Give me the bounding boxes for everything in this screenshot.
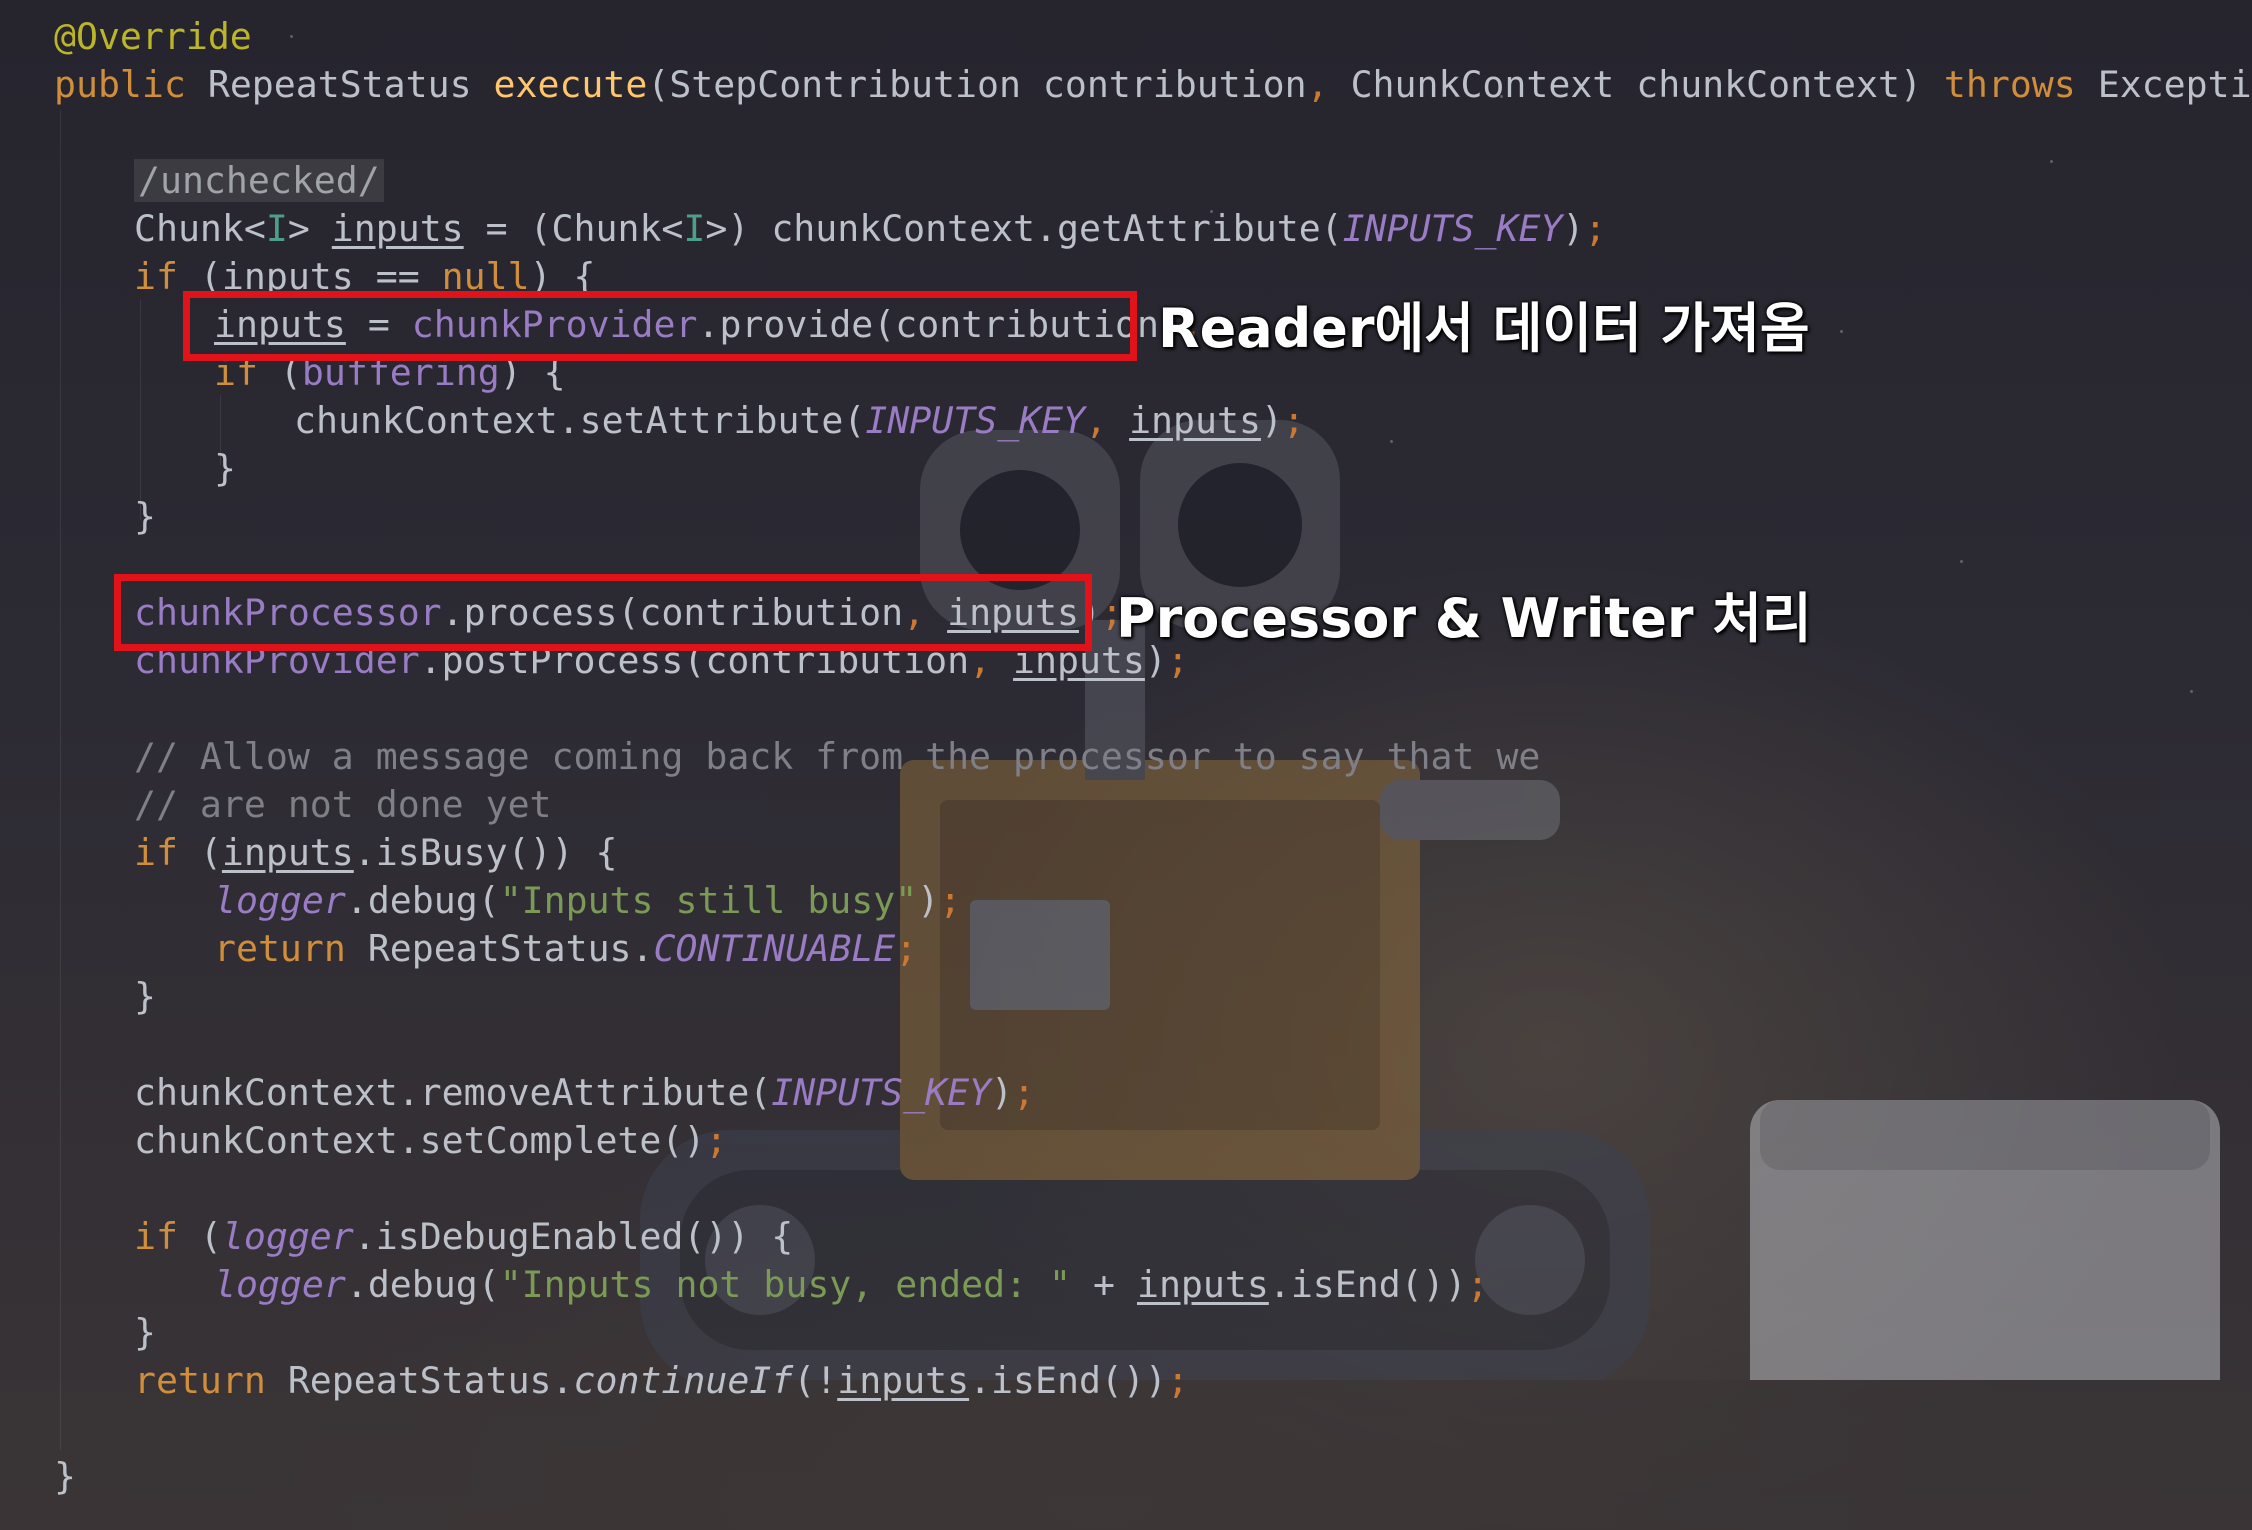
constant-inputs-key: INPUTS_KEY (865, 399, 1086, 442)
code-token: RepeatStatus. (345, 927, 654, 970)
semicolon: ; (1166, 1359, 1189, 1402)
comment: // Allow a message coming back from the … (134, 735, 1541, 778)
keyword-return: return (134, 1359, 266, 1402)
constant-inputs-key: INPUTS_KEY (1342, 207, 1563, 250)
keyword-if: if (134, 255, 178, 298)
field-logger: logger (214, 1263, 346, 1306)
code-token: .isEnd()) (969, 1359, 1167, 1402)
code-token: ( (177, 831, 222, 874)
code-line-17[interactable]: return RepeatStatus.CONTINUABLE; (214, 925, 917, 973)
processor-annotation-label: Processor & Writer 처리 (1116, 587, 1812, 650)
code-token: = (Chunk< (463, 207, 684, 250)
semicolon: ; (705, 1119, 728, 1162)
semicolon: ; (1013, 1071, 1035, 1114)
code-line-25[interactable]: } (54, 1453, 76, 1501)
generic-type: I (265, 207, 288, 250)
code-token: > (287, 207, 332, 250)
code-token: .isEnd()) (1268, 1263, 1467, 1306)
code-line-4[interactable]: Chunk<I> inputs = (Chunk<I>) chunkContex… (134, 205, 1606, 253)
generic-type: I (683, 207, 706, 250)
code-token: ) (917, 879, 940, 922)
code-line-24[interactable]: return RepeatStatus.continueIf(!inputs.i… (134, 1357, 1189, 1405)
semicolon: ; (939, 879, 962, 922)
code-token: (! (793, 1359, 838, 1402)
code-line-15[interactable]: if (inputs.isBusy()) { (134, 829, 617, 877)
code-line-3[interactable]: /unchecked/ (134, 157, 384, 205)
params-2: ChunkContext chunkContext) (1328, 63, 1944, 106)
keyword-throws: throws (1943, 63, 2076, 106)
code-line-18[interactable]: } (134, 973, 156, 1021)
code-line-14[interactable]: // are not done yet (134, 781, 552, 829)
variable-inputs: inputs (221, 831, 354, 874)
code-token: chunkContext.setAttribute( (294, 399, 866, 442)
reader-highlight-box (183, 291, 1137, 361)
field-logger: logger (221, 1215, 354, 1258)
semicolon: ; (1282, 399, 1305, 442)
comma: , (1085, 399, 1108, 442)
code-token: .isBusy()) { (353, 831, 618, 874)
code-line-9[interactable]: } (214, 445, 236, 493)
code-line-23[interactable]: } (134, 1309, 156, 1357)
comma: , (1306, 63, 1329, 106)
code-line-16[interactable]: logger.debug("Inputs still busy"); (214, 877, 961, 925)
keyword-public: public (54, 63, 186, 106)
code-line-21[interactable]: if (logger.isDebugEnabled()) { (134, 1213, 793, 1261)
return-type: RepeatStatus (207, 63, 472, 106)
code-token: .isDebugEnabled()) { (353, 1215, 794, 1258)
code-line-19[interactable]: chunkContext.removeAttribute(INPUTS_KEY)… (134, 1069, 1035, 1117)
variable-inputs: inputs (1136, 1263, 1269, 1306)
semicolon: ; (895, 927, 918, 970)
exception-type: Exception { (2097, 63, 2252, 106)
code-token: >) chunkContext.getAttribute( (705, 207, 1343, 250)
constant-continuable: CONTINUABLE (653, 927, 896, 970)
reader-annotation-label: Reader에서 데이터 가져옴 (1158, 297, 1810, 360)
semicolon: ; (1466, 1263, 1489, 1306)
variable-inputs: inputs (837, 1359, 970, 1402)
method-name: execute (493, 63, 648, 106)
code-token: ) (1260, 399, 1283, 442)
closing-brace: } (134, 495, 156, 538)
params-1: (StepContribution contribution (647, 63, 1307, 106)
code-editor: @Override public RepeatStatus execute(St… (0, 0, 2252, 1530)
code-token: ) (1562, 207, 1585, 250)
comment: // are not done yet (134, 783, 552, 826)
code-token: ) (991, 1071, 1014, 1114)
code-token: .debug( (345, 879, 500, 922)
code-token: ( (177, 1215, 222, 1258)
code-line-22[interactable]: logger.debug("Inputs not busy, ended: " … (214, 1261, 1489, 1309)
code-token: chunkContext.removeAttribute( (134, 1071, 772, 1114)
closing-brace: } (134, 1311, 156, 1354)
variable-inputs: inputs (331, 207, 464, 250)
closing-brace: } (54, 1455, 76, 1498)
code-line-10[interactable]: } (134, 493, 156, 541)
code-token: chunkContext.setComplete() (134, 1119, 706, 1162)
code-line-2[interactable]: public RepeatStatus execute(StepContribu… (54, 61, 2252, 109)
constant-inputs-key: INPUTS_KEY (771, 1071, 992, 1114)
keyword-return: return (214, 927, 346, 970)
indent-guide (140, 300, 141, 520)
string-literal: "Inputs not busy, ended: " (499, 1263, 1072, 1306)
string-literal: "Inputs still busy" (499, 879, 918, 922)
code-line-1[interactable]: @Override (54, 13, 252, 61)
keyword-if: if (134, 1215, 178, 1258)
code-token: Chunk< (134, 207, 266, 250)
closing-brace: } (214, 447, 236, 490)
override-annotation: @Override (54, 15, 252, 58)
field-logger: logger (214, 879, 346, 922)
keyword-if: if (134, 831, 178, 874)
suppress-annotation: /unchecked/ (134, 159, 384, 202)
static-method: continueIf (573, 1359, 794, 1402)
processor-highlight-box (114, 574, 1092, 651)
code-line-20[interactable]: chunkContext.setComplete(); (134, 1117, 727, 1165)
code-line-13[interactable]: // Allow a message coming back from the … (134, 733, 1540, 781)
code-token: + (1071, 1263, 1137, 1306)
indent-guide (60, 110, 61, 1450)
variable-inputs: inputs (1129, 399, 1261, 442)
code-token: RepeatStatus. (265, 1359, 574, 1402)
code-token: .debug( (345, 1263, 500, 1306)
code-line-8[interactable]: chunkContext.setAttribute(INPUTS_KEY, in… (294, 397, 1305, 445)
semicolon: ; (1584, 207, 1607, 250)
closing-brace: } (134, 975, 156, 1018)
